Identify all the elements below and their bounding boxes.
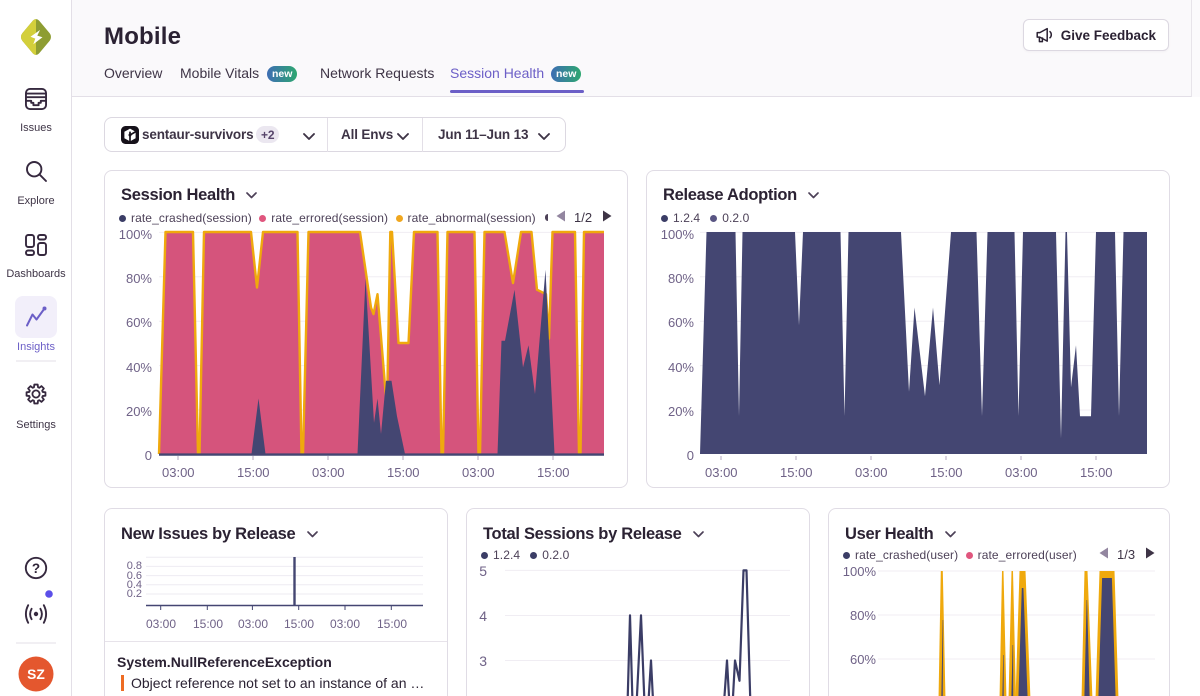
svg-text:?: ? [32,561,40,576]
svg-text:SZ: SZ [27,667,45,682]
